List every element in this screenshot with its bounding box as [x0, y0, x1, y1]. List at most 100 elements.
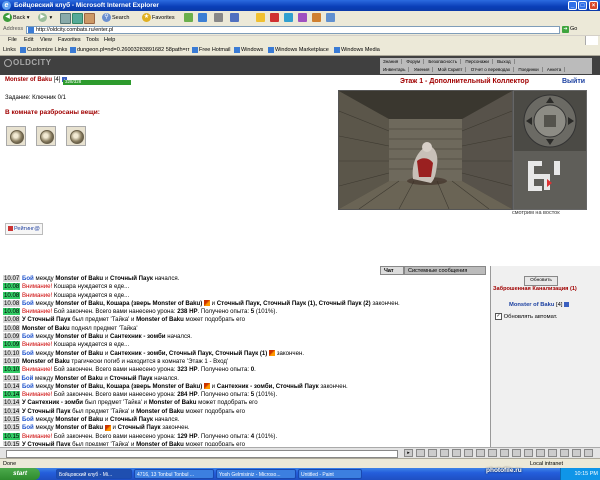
chat-timestamp[interactable]: 10.09: [3, 341, 21, 349]
forward-button[interactable]: ▶ ▾: [38, 13, 52, 23]
chat-tool-1[interactable]: [416, 449, 425, 457]
chat-tool-6[interactable]: [476, 449, 485, 457]
nav-profile[interactable]: Анкета: [543, 67, 566, 72]
media-icon[interactable]: [184, 13, 193, 22]
link-hotmail[interactable]: Free Hotmail: [192, 45, 230, 55]
room-player-info-icon[interactable]: [564, 302, 570, 307]
favorites-button[interactable]: ★ Favorites: [142, 13, 175, 23]
task-tonbul[interactable]: 4716, 13 Tonbul Tonbul ...: [134, 469, 214, 479]
nav-my-script[interactable]: Мой Скрипт: [434, 67, 467, 72]
chat-tool-11[interactable]: [536, 449, 545, 457]
chat-message-input[interactable]: [6, 450, 398, 458]
chat-tool-2[interactable]: [428, 449, 437, 457]
messenger-icon[interactable]: [270, 13, 279, 22]
tool-icon-3[interactable]: [312, 13, 321, 22]
chat-tool-13[interactable]: [560, 449, 569, 457]
back-button[interactable]: ◀ Back ▾: [3, 13, 30, 23]
menu-tools[interactable]: Tools: [86, 36, 99, 45]
auto-update-option[interactable]: ✓ Обновлять автомат.: [495, 313, 557, 320]
chat-tool-5[interactable]: [464, 449, 473, 457]
chat-tool-7[interactable]: [488, 449, 497, 457]
mail-icon[interactable]: [198, 13, 207, 22]
chat-timestamp[interactable]: 10.14: [3, 382, 21, 390]
maximize-button[interactable]: □: [578, 1, 587, 10]
home-icon[interactable]: [84, 13, 95, 24]
nav-security[interactable]: Безопасность: [425, 59, 462, 64]
tool-icon-1[interactable]: [284, 13, 293, 22]
nav-transfers[interactable]: Отчет о переводах: [467, 67, 515, 72]
menu-help[interactable]: Help: [104, 36, 115, 45]
chat-timestamp[interactable]: 10.15: [3, 416, 21, 424]
refresh-button[interactable]: Обновить: [524, 276, 558, 286]
chat-timestamp[interactable]: 10.14: [3, 399, 21, 407]
close-button[interactable]: ×: [589, 1, 598, 10]
chat-tool-12[interactable]: [548, 449, 557, 457]
task-paint[interactable]: Untitled - Paint: [298, 469, 362, 479]
floor-item-3[interactable]: [66, 126, 86, 146]
chat-tool-9[interactable]: [512, 449, 521, 457]
chat-tool-14[interactable]: [572, 449, 581, 457]
chat-timestamp[interactable]: 10.10: [3, 357, 21, 365]
nav-knowledge[interactable]: Знания: [380, 59, 403, 64]
print-icon[interactable]: [214, 13, 223, 22]
chat-tool-3[interactable]: [440, 449, 449, 457]
chat-timestamp[interactable]: 10.11: [3, 374, 20, 382]
refresh-icon[interactable]: [72, 13, 83, 24]
search-button[interactable]: ⚲ Search: [102, 13, 129, 23]
menu-edit[interactable]: Edit: [24, 36, 33, 45]
nav-fights[interactable]: Поединки: [515, 67, 543, 72]
chat-timestamp[interactable]: 10.10: [3, 349, 21, 357]
chat-tool-10[interactable]: [524, 449, 533, 457]
tool-icon-4[interactable]: [326, 13, 335, 22]
menu-file[interactable]: File: [8, 36, 17, 45]
nav-skills[interactable]: Умения: [410, 67, 434, 72]
chat-timestamp[interactable]: 10.09: [3, 333, 21, 341]
exit-link[interactable]: Выйти: [562, 78, 585, 85]
menu-favorites[interactable]: Favorites: [58, 36, 81, 45]
rating-button[interactable]: Рейтинг@: [5, 223, 43, 235]
tool-icon-2[interactable]: [298, 13, 307, 22]
chat-tool-15[interactable]: [584, 449, 593, 457]
window-title-bar[interactable]: e Бойцовский клуб - Microsoft Internet E…: [0, 0, 600, 11]
menu-view[interactable]: View: [40, 36, 52, 45]
chat-timestamp[interactable]: 10.10: [3, 366, 21, 374]
chat-timestamp[interactable]: 10.15: [3, 424, 21, 432]
folder-icon[interactable]: [256, 13, 265, 22]
minimize-button[interactable]: _: [568, 1, 577, 10]
send-button[interactable]: ▸: [404, 449, 413, 457]
auto-update-checkbox[interactable]: ✓: [495, 313, 502, 320]
go-button[interactable]: ➜ Go: [562, 26, 577, 33]
link-customize[interactable]: Customize Links: [20, 45, 67, 55]
floor-item-2[interactable]: [36, 126, 56, 146]
nav-characters[interactable]: Персонажи: [462, 59, 493, 64]
nav-exit[interactable]: Выход: [494, 59, 515, 64]
chat-timestamp[interactable]: 10.14: [3, 407, 21, 415]
chat-timestamp[interactable]: 10.08: [3, 299, 21, 307]
chat-tool-4[interactable]: [452, 449, 461, 457]
link-windows-marketplace[interactable]: Windows Marketplace: [268, 45, 329, 55]
tab-system-messages[interactable]: Системные сообщения: [404, 266, 486, 275]
chat-timestamp[interactable]: 10.08: [3, 283, 21, 291]
chat-timestamp[interactable]: 10.08: [3, 316, 21, 324]
dungeon-3d-view[interactable]: [338, 90, 513, 210]
link-windows-media[interactable]: Windows Media: [334, 45, 380, 55]
chat-timestamp[interactable]: 10.08: [3, 291, 21, 299]
room-player-name[interactable]: Monster of Baku: [509, 302, 554, 308]
nav-forum[interactable]: Форум: [403, 59, 425, 64]
chat-timestamp[interactable]: 10.14: [3, 391, 21, 399]
chat-timestamp[interactable]: 10.07: [3, 275, 21, 282]
link-dungeon[interactable]: dungeon.pl=nd=0.26003283891682 58path=rr: [70, 45, 189, 55]
stop-icon[interactable]: [60, 13, 71, 24]
tab-chat[interactable]: Чат: [380, 266, 404, 275]
chat-timestamp[interactable]: 10.08: [3, 308, 21, 316]
start-button[interactable]: start: [0, 468, 40, 480]
player-name[interactable]: Monster of Baku: [5, 77, 52, 83]
nav-inventory[interactable]: Инвентарь: [380, 67, 410, 72]
task-yosh-gelmisiniz[interactable]: Yosh Gelmisiniz - Microso...: [216, 469, 296, 479]
chat-tool-8[interactable]: [500, 449, 509, 457]
address-input[interactable]: http://oldcity.combats.ru/enter.pl: [26, 26, 560, 34]
edit-icon[interactable]: [230, 13, 239, 22]
link-windows[interactable]: Windows: [234, 45, 263, 55]
chat-timestamp[interactable]: 10.15: [3, 440, 21, 446]
chat-timestamp[interactable]: 10.08: [3, 324, 21, 332]
